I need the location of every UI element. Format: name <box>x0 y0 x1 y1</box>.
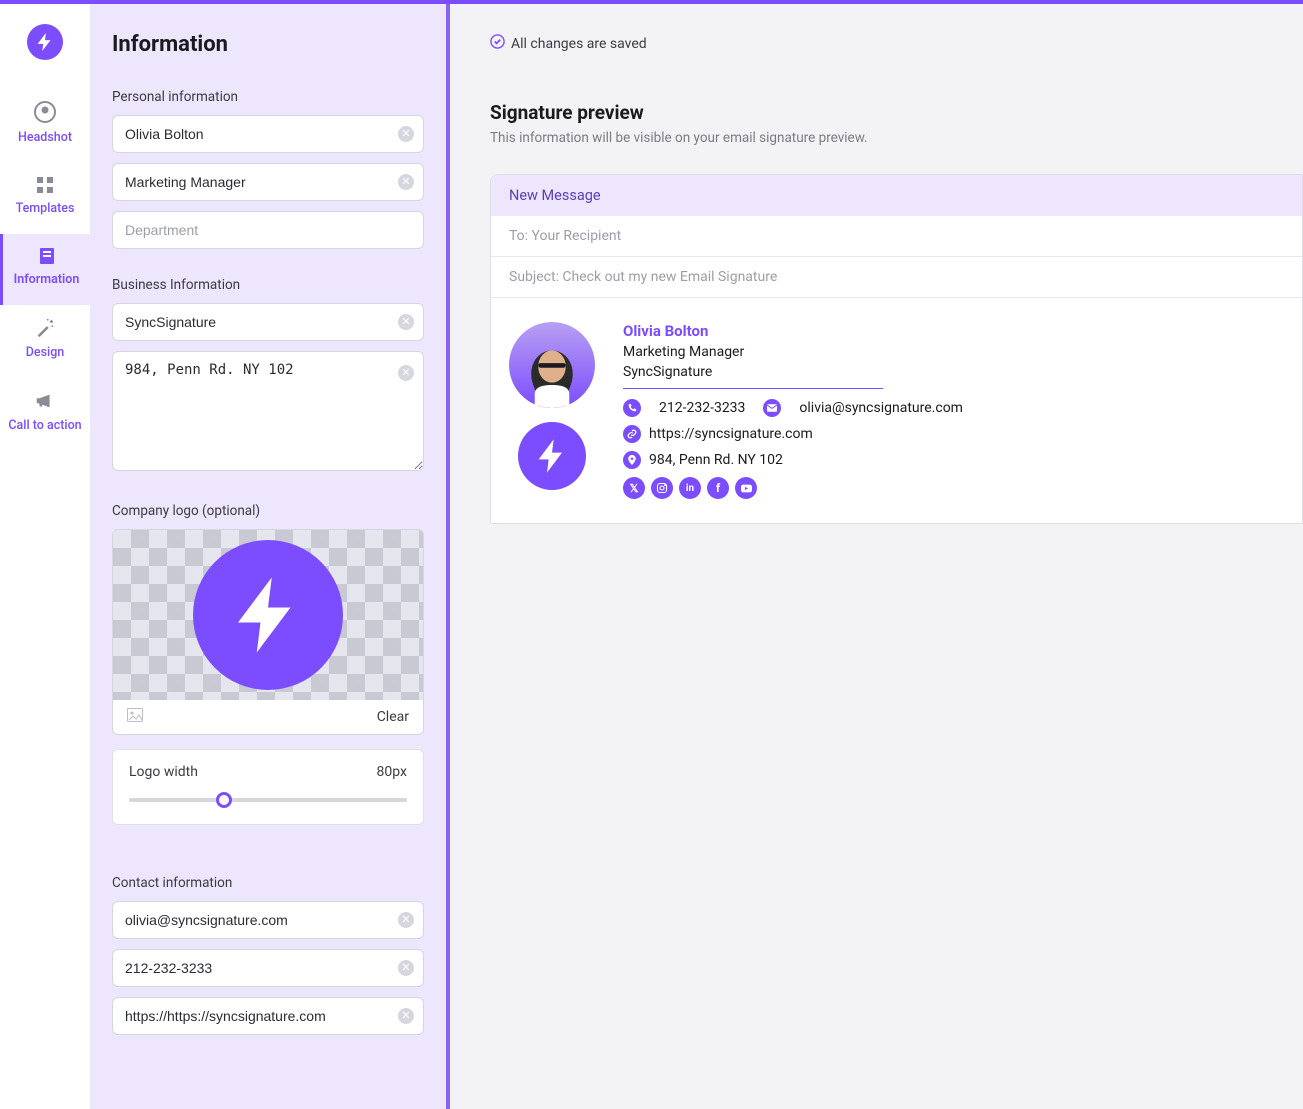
clear-website-button[interactable]: ✕ <box>398 1008 414 1024</box>
bolt-icon <box>223 570 313 660</box>
clear-address-button[interactable]: ✕ <box>398 365 414 381</box>
nav-label: Call to action <box>0 418 90 433</box>
document-icon <box>3 246 90 266</box>
nav-item-templates[interactable]: Templates <box>0 163 90 234</box>
signature-name: Olivia Bolton <box>623 322 963 340</box>
company-logo-image <box>193 540 343 690</box>
nav-label: Information <box>3 272 90 287</box>
form-panel: Information Personal information ✕ ✕ Bus… <box>90 4 450 1109</box>
bolt-icon <box>532 436 572 476</box>
signature-divider <box>623 388 883 389</box>
clear-company-button[interactable]: ✕ <box>398 314 414 330</box>
bolt-icon <box>34 31 56 53</box>
save-status: All changes are saved <box>490 34 1263 53</box>
nav-item-cta[interactable]: Call to action <box>0 378 90 451</box>
company-input[interactable] <box>112 303 424 341</box>
megaphone-icon <box>0 390 90 412</box>
logo-preview[interactable] <box>113 530 423 700</box>
business-info-label: Business Information <box>112 277 424 293</box>
email-to-line: To: Your Recipient <box>491 216 1302 257</box>
logo-width-value: 80px <box>377 764 407 780</box>
department-input[interactable] <box>112 211 424 249</box>
name-input[interactable] <box>112 115 424 153</box>
social-facebook-icon[interactable]: f <box>707 477 729 499</box>
personal-info-label: Personal information <box>112 89 424 105</box>
signature-email: olivia@syncsignature.com <box>799 400 963 416</box>
phone-input[interactable] <box>112 949 424 987</box>
address-input[interactable] <box>112 351 424 471</box>
signature-phone: 212-232-3233 <box>659 400 745 416</box>
map-pin-icon <box>623 451 641 469</box>
social-instagram-icon[interactable] <box>651 477 673 499</box>
panel-heading: Information <box>112 32 424 57</box>
signature-address: 984, Penn Rd. NY 102 <box>649 452 783 468</box>
email-header: New Message <box>491 175 1302 216</box>
job-title-input[interactable] <box>112 163 424 201</box>
grid-icon <box>0 175 90 195</box>
email-input[interactable] <box>112 901 424 939</box>
signature-socials: 𝕏 in f <box>623 477 963 499</box>
image-icon <box>127 708 143 726</box>
social-youtube-icon[interactable] <box>735 477 757 499</box>
contact-info-label: Contact information <box>112 875 424 891</box>
preview-panel: All changes are saved Signature preview … <box>450 4 1303 1109</box>
logo-upload-box: Clear <box>112 529 424 735</box>
signature-website: https://syncsignature.com <box>649 426 813 442</box>
preview-heading: Signature preview <box>490 101 1263 124</box>
logo-width-slider[interactable] <box>129 798 407 802</box>
email-subject-line: Subject: Check out my new Email Signatur… <box>491 257 1302 298</box>
clear-logo-button[interactable]: Clear <box>377 709 409 725</box>
nav-item-design[interactable]: Design <box>0 305 90 378</box>
link-icon <box>623 425 641 443</box>
clear-phone-button[interactable]: ✕ <box>398 960 414 976</box>
email-mock: New Message To: Your Recipient Subject: … <box>490 174 1303 524</box>
nav-item-headshot[interactable]: Headshot <box>0 88 90 163</box>
nav-rail: Headshot Templates Information Design Ca <box>0 4 90 1109</box>
nav-label: Templates <box>0 201 90 216</box>
nav-label: Design <box>0 345 90 360</box>
app-logo <box>27 24 63 60</box>
save-status-text: All changes are saved <box>511 36 647 52</box>
user-circle-icon <box>0 100 90 124</box>
check-icon <box>490 34 505 53</box>
logo-section-label: Company logo (optional) <box>112 503 424 519</box>
phone-icon <box>623 399 641 417</box>
signature-preview: Olivia Bolton Marketing Manager SyncSign… <box>491 298 1302 523</box>
wand-icon <box>0 317 90 339</box>
mail-icon <box>763 399 781 417</box>
signature-company-logo <box>518 422 586 490</box>
nav-label: Headshot <box>0 130 90 145</box>
clear-title-button[interactable]: ✕ <box>398 174 414 190</box>
clear-email-button[interactable]: ✕ <box>398 912 414 928</box>
logo-width-control: Logo width 80px <box>112 749 424 825</box>
website-input[interactable] <box>112 997 424 1035</box>
logo-width-label: Logo width <box>129 764 198 780</box>
preview-subheading: This information will be visible on your… <box>490 130 1263 146</box>
signature-title: Marketing Manager <box>623 344 963 360</box>
clear-name-button[interactable]: ✕ <box>398 126 414 142</box>
nav-item-information[interactable]: Information <box>0 234 90 305</box>
signature-avatar <box>509 322 595 408</box>
social-x-icon[interactable]: 𝕏 <box>623 477 645 499</box>
signature-company: SyncSignature <box>623 364 963 380</box>
social-linkedin-icon[interactable]: in <box>679 477 701 499</box>
